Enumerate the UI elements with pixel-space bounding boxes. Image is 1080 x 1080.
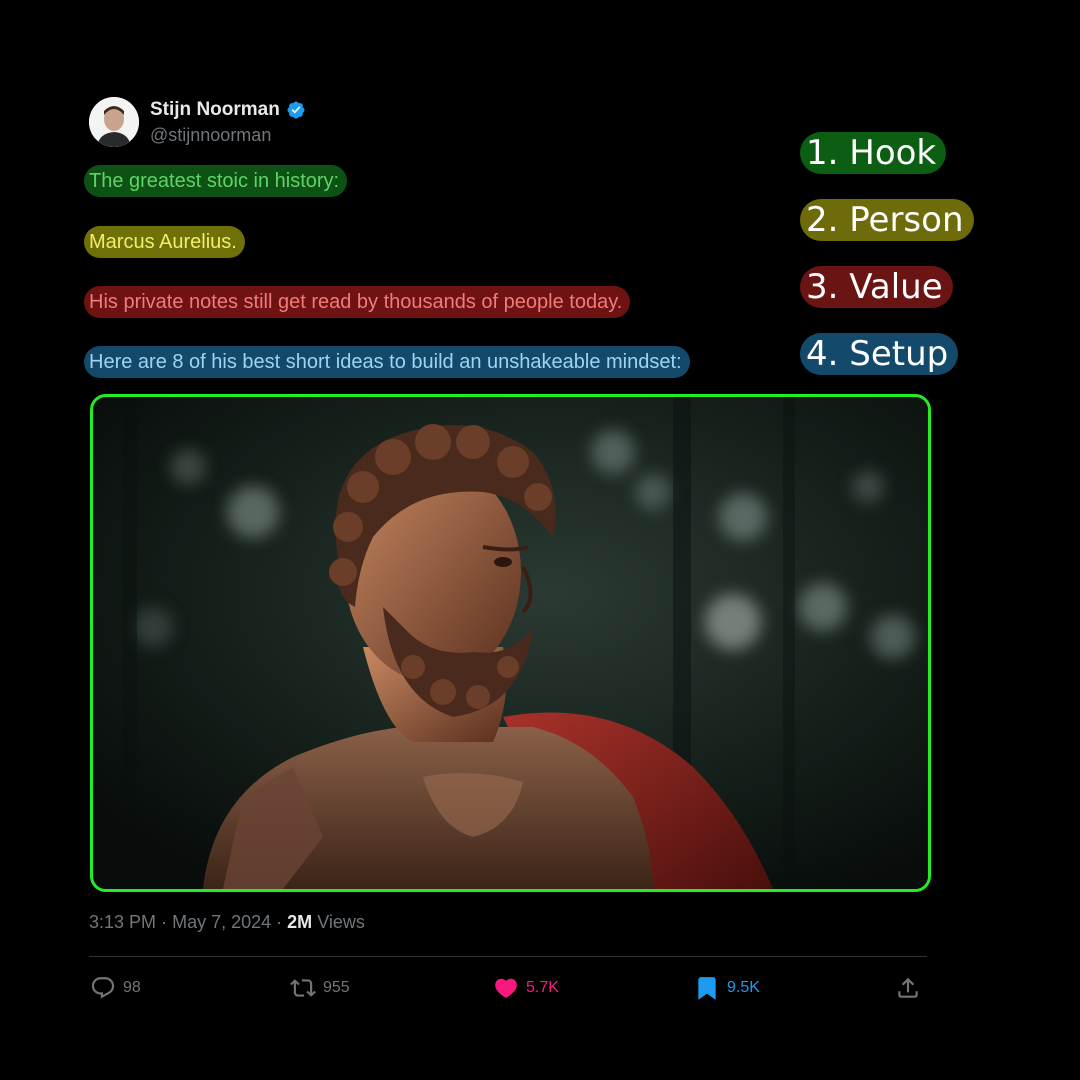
tweet-line-value: His private notes still get read by thou…: [84, 286, 631, 318]
views-count: 2M: [287, 912, 313, 932]
divider: [89, 956, 927, 957]
annotation-person: 2. Person: [800, 199, 974, 241]
annotation-hook: 1. Hook: [800, 132, 947, 174]
tweet-time[interactable]: 3:13 PM: [89, 912, 156, 932]
like-button[interactable]: 5.7K: [493, 974, 559, 1002]
tweet-line-person: Marcus Aurelius.: [84, 226, 245, 258]
meta-separator: ·: [276, 912, 283, 932]
author-name[interactable]: Stijn Noorman: [150, 99, 306, 121]
views-label: Views: [317, 912, 365, 932]
reply-button[interactable]: 98: [90, 974, 141, 1002]
reply-bubble-icon: [91, 977, 115, 999]
avatar-portrait: [89, 97, 139, 147]
tweet-media-image[interactable]: [90, 394, 931, 892]
bookmark-button[interactable]: 9.5K: [694, 974, 760, 1002]
annotation-setup: 4. Setup: [800, 333, 959, 375]
repost-icon: [290, 979, 316, 997]
share-upload-icon: [898, 977, 918, 998]
author-avatar[interactable]: [89, 97, 139, 147]
statue-bust-illustration: [93, 397, 928, 889]
repost-button[interactable]: 955: [290, 974, 350, 1002]
repost-count: 955: [323, 979, 350, 996]
like-count: 5.7K: [526, 979, 559, 996]
meta-separator: ·: [161, 912, 168, 932]
verified-badge-icon: [287, 101, 305, 119]
bookmark-count: 9.5K: [727, 979, 760, 996]
share-button[interactable]: [895, 974, 921, 1002]
author-handle[interactable]: @stijnnoorman: [150, 125, 271, 146]
tweet-line-setup: Here are 8 of his best short ideas to bu…: [84, 346, 690, 378]
reply-count: 98: [123, 979, 141, 996]
heart-icon: [495, 978, 517, 998]
author-name-text: Stijn Noorman: [150, 99, 280, 120]
tweet-date[interactable]: May 7, 2024: [172, 912, 271, 932]
bookmark-icon: [698, 977, 716, 1000]
tweet-meta: 3:13 PM · May 7, 2024 · 2M Views: [89, 912, 365, 933]
annotation-value: 3. Value: [800, 266, 953, 308]
tweet-line-hook: The greatest stoic in history:: [84, 165, 348, 197]
